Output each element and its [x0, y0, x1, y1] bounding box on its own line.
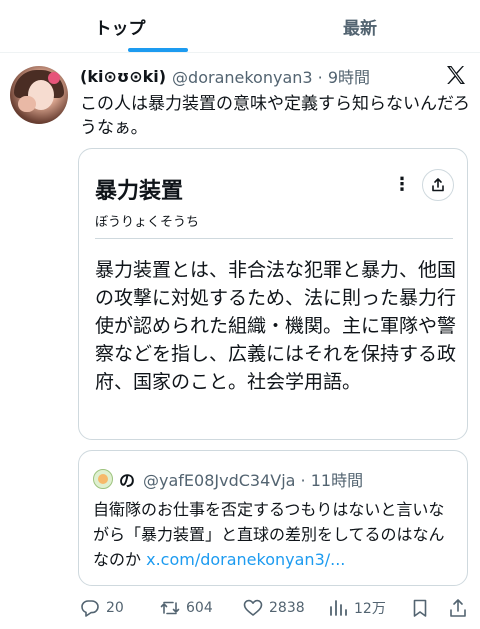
display-name[interactable]: (ki⊙ʊ⊙ki): [80, 67, 166, 86]
share-action-icon: [450, 599, 466, 617]
share-glyph: [432, 178, 444, 192]
card-body: 暴力装置とは、非合法な犯罪と暴力、他国の攻撃に対処するため、法に則った暴力行使が…: [95, 259, 457, 393]
bookmark-button[interactable]: [410, 594, 436, 622]
quoted-tweet[interactable]: の @yafE08JvdC34Vja · 11時間 自衛隊のお仕事を否定するつも…: [78, 450, 468, 586]
x-logo-icon[interactable]: [444, 63, 468, 87]
retweet-count: 604: [186, 600, 213, 616]
views-button[interactable]: 12万: [328, 594, 386, 622]
action-bar: 20 604 2838 12万: [0, 594, 480, 622]
reply-count: 20: [106, 600, 124, 616]
bookmark-icon: [413, 599, 427, 617]
quote-handle-time: @yafE08JvdC34Vja · 11時間: [143, 471, 364, 490]
tab-latest-label: 最新: [343, 19, 377, 39]
reply-button[interactable]: 20: [80, 594, 124, 622]
tweet-header: (ki⊙ʊ⊙ki) @doranekonyan3 · 9時間: [80, 64, 370, 88]
like-count: 2838: [269, 600, 305, 616]
quote-link[interactable]: x.com/doranekonyan3/...: [146, 550, 345, 569]
handle-time[interactable]: @doranekonyan3 · 9時間: [172, 64, 370, 88]
retweet-button[interactable]: 604: [160, 594, 213, 622]
retweet-icon: [160, 601, 180, 615]
views-count: 12万: [354, 601, 386, 617]
card-title: 暴力装置: [95, 179, 184, 204]
tab-bar: トップ 最新: [0, 0, 480, 53]
share-action-button[interactable]: [448, 594, 474, 622]
quote-text: 自衛隊のお仕事を否定するつもりはないと言いながら「暴力装置」と直球の差別をしてる…: [93, 497, 457, 572]
avatar[interactable]: [10, 66, 68, 124]
card-divider: [95, 238, 453, 239]
more-icon[interactable]: ⋮: [392, 175, 412, 199]
tab-top-label: トップ: [94, 19, 146, 39]
active-tab-indicator: [128, 48, 188, 52]
share-icon[interactable]: [422, 169, 454, 201]
tab-top[interactable]: トップ: [0, 0, 240, 53]
like-icon: [243, 599, 263, 616]
tweet-text: この人は暴力装置の意味や定義すら知らないんだろうなぁ。: [80, 94, 470, 138]
avatar-hand: [18, 96, 36, 112]
card-reading: ぼうりょくそうち: [95, 215, 200, 230]
quote-header: の @yafE08JvdC34Vja · 11時間: [93, 467, 363, 491]
tab-latest[interactable]: 最新: [240, 0, 480, 53]
quote-avatar: [93, 469, 113, 489]
quote-display-name: の: [119, 471, 136, 490]
definition-card[interactable]: 暴力装置 ぼうりょくそうち ⋮ 暴力装置とは、非合法な犯罪と暴力、他国の攻撃に対…: [78, 148, 468, 440]
like-button[interactable]: 2838: [243, 594, 305, 622]
reply-icon: [81, 600, 99, 617]
views-icon: [330, 600, 347, 616]
avatar-accessory: [48, 72, 60, 84]
